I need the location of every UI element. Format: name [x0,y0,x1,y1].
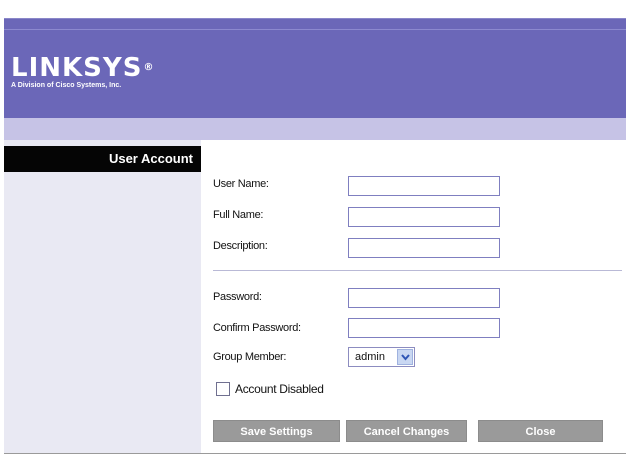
subheader-band [4,118,626,140]
group-member-label: Group Member: [213,351,287,363]
group-member-selected-value: admin [355,351,385,363]
confirm-password-label: Confirm Password: [213,322,301,334]
full-name-label: Full Name: [213,209,264,221]
sidebar [4,140,201,453]
account-disabled-checkbox[interactable] [216,382,230,396]
close-button[interactable]: Close [478,420,603,442]
confirm-password-field[interactable] [348,318,500,338]
password-field[interactable] [348,288,500,308]
top-strip [4,0,626,18]
logo-subtitle: A Division of Cisco Systems, Inc. [11,82,122,89]
sidebar-heading: User Account [4,146,201,172]
full-name-field[interactable] [348,207,500,227]
header-divider-line [4,29,626,30]
header-band: LINKSYS® A Division of Cisco Systems, In… [4,18,626,119]
description-field[interactable] [348,238,500,258]
user-name-field[interactable] [348,176,500,196]
dropdown-arrow-button[interactable] [397,349,413,365]
password-label: Password: [213,291,262,303]
chevron-down-icon [401,354,410,361]
logo-text: LINKSYS [11,53,143,83]
save-settings-button[interactable]: Save Settings [213,420,340,442]
account-disabled-label: Account Disabled [235,382,324,396]
description-label: Description: [213,240,268,252]
linksys-logo: LINKSYS® A Division of Cisco Systems, In… [11,55,154,89]
user-name-label: User Name: [213,178,269,190]
logo-wordmark: LINKSYS® [11,55,154,81]
logo-registered-mark: ® [143,62,155,73]
form-divider [213,270,622,271]
cancel-changes-button[interactable]: Cancel Changes [346,420,467,442]
group-member-select[interactable]: admin [348,347,415,367]
